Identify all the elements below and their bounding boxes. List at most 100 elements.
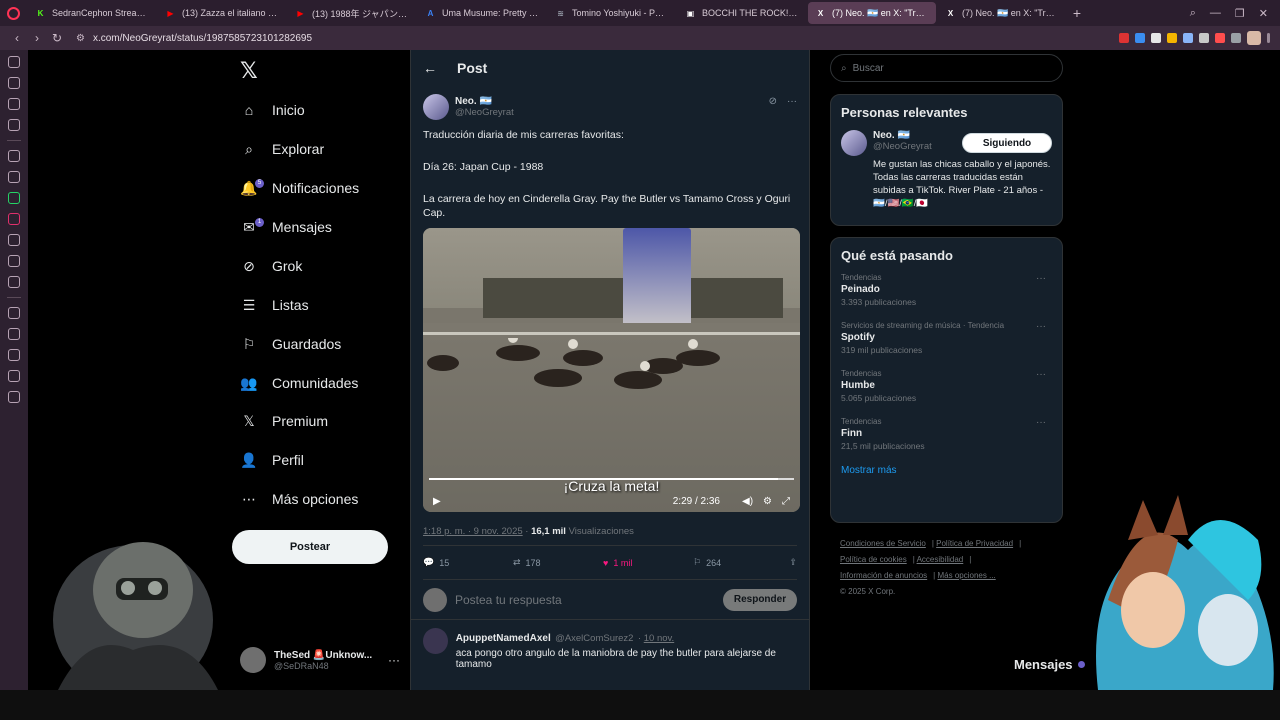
browser-tab[interactable]: A Uma Musume: Pretty Der xyxy=(418,2,546,24)
nav-item-inicio[interactable]: ⌂ Inicio xyxy=(240,96,305,124)
x-logo-icon[interactable]: 𝕏 xyxy=(240,58,258,84)
sidebar-history-icon[interactable] xyxy=(8,77,20,89)
avatar[interactable] xyxy=(841,130,867,156)
menu-icon[interactable] xyxy=(1267,33,1270,43)
nav-item-listas[interactable]: ☰ Listas xyxy=(240,291,309,319)
relevant-person[interactable]: Neo. 🇦🇷 @NeoGreyrat Siguiendo xyxy=(841,130,1052,156)
sidebar-whatsapp-icon[interactable] xyxy=(8,192,20,204)
sidebar-tiktok-icon[interactable] xyxy=(8,234,20,246)
settings-icon[interactable]: ⚙ xyxy=(763,496,772,507)
extension-icon[interactable] xyxy=(1119,33,1129,43)
sidebar-downloads-icon[interactable] xyxy=(8,98,20,110)
browser-tab[interactable]: ≋ Tomino Yoshiyuki - Perso xyxy=(548,2,676,24)
tweet-author-name[interactable]: Neo. 🇦🇷 xyxy=(455,96,514,107)
back-arrow-icon[interactable]: ← xyxy=(423,60,437,76)
sidebar-notes-icon[interactable] xyxy=(8,119,20,131)
browser-tab[interactable]: K SedranCephon Stream - V xyxy=(28,2,156,24)
trend-item[interactable]: Tendencias Humbe 5.065 publicaciones ··· xyxy=(841,369,1052,403)
grok-icon[interactable]: ⊘ xyxy=(769,96,777,107)
nav-item-guardados[interactable]: ⚐ Guardados xyxy=(240,330,342,358)
nav-item-premium[interactable]: 𝕏 Premium xyxy=(240,407,328,435)
extension-icon[interactable] xyxy=(1151,33,1161,43)
sidebar-discord-icon[interactable] xyxy=(8,276,20,288)
forward-icon[interactable]: › xyxy=(28,31,46,45)
browser-tab[interactable]: ▣ BOCCHI THE ROCK! | Se xyxy=(678,2,806,24)
avatar[interactable] xyxy=(423,94,449,120)
following-button[interactable]: Siguiendo xyxy=(962,133,1052,153)
show-more-link[interactable]: Mostrar más xyxy=(841,465,1052,476)
tweet-timestamp[interactable]: 1:18 p. m. · 9 nov. 2025 xyxy=(423,526,523,537)
extension-icon[interactable] xyxy=(1135,33,1145,43)
browser-tab[interactable]: ▶ (13) 1988年 ジャパンカップ xyxy=(288,2,416,24)
browser-tab[interactable]: X (7) Neo. 🇦🇷 en X: "Traduc xyxy=(808,2,936,24)
sidebar-x-icon[interactable] xyxy=(8,255,20,267)
share-icon[interactable]: ⇪ xyxy=(789,557,797,568)
volume-icon[interactable]: ◀) xyxy=(742,496,753,507)
avatar[interactable] xyxy=(423,628,448,654)
fullscreen-icon[interactable]: ⤢ xyxy=(782,496,790,507)
extension-icon[interactable] xyxy=(1215,33,1225,43)
footer-link[interactable]: Condiciones de Servicio xyxy=(840,539,926,548)
footer-link[interactable]: Política de cookies xyxy=(840,555,907,564)
nav-item-notificaciones[interactable]: 🔔 5 Notificaciones xyxy=(240,174,359,202)
sidebar-favorites-icon[interactable] xyxy=(8,328,20,340)
sidebar-panel-icon[interactable] xyxy=(8,56,20,68)
sidebar-clock-icon[interactable] xyxy=(8,349,20,361)
profile-avatar[interactable] xyxy=(1247,31,1261,45)
browser-tab[interactable]: X (7) Neo. 🇦🇷 en X: "Traduc xyxy=(938,2,1066,24)
reply-author-name[interactable]: ApuppetNamedAxel xyxy=(456,633,551,644)
site-settings-icon[interactable]: ⚙ xyxy=(76,33,85,44)
sidebar-feedback-icon[interactable] xyxy=(8,370,20,382)
more-icon[interactable]: ··· xyxy=(1036,417,1046,428)
more-icon[interactable]: ··· xyxy=(1036,273,1046,284)
maximize-icon[interactable]: ❐ xyxy=(1235,7,1245,20)
extension-icon[interactable] xyxy=(1231,33,1241,43)
nav-item-comunidades[interactable]: 👥 Comunidades xyxy=(240,369,358,397)
video-player[interactable]: ¡Cruza la meta! ▶ 2:29 / 2:36 ◀) ⚙ ⤢ xyxy=(423,228,800,512)
search-input[interactable]: ⌕ Buscar xyxy=(830,54,1063,82)
sidebar-app-icon[interactable] xyxy=(8,150,20,162)
more-icon[interactable]: ··· xyxy=(1036,369,1046,380)
footer-link[interactable]: Más opciones ... xyxy=(937,571,995,580)
like-button[interactable]: ♥ 1 mil xyxy=(603,558,693,568)
nav-item-grok[interactable]: ⊘ Grok xyxy=(240,252,302,280)
new-tab-button[interactable]: + xyxy=(1066,5,1088,21)
trend-item[interactable]: Tendencias Peinado 3.393 publicaciones ··· xyxy=(841,273,1052,307)
footer-link[interactable]: Política de Privacidad xyxy=(936,539,1013,548)
reply-author-handle[interactable]: @AxelComSurez2 xyxy=(555,633,633,644)
account-switcher[interactable]: TheSed 🚨Unknow... @SeDRaN48 ··· xyxy=(240,644,400,676)
repost-button[interactable]: ⇄ 178 xyxy=(513,557,603,568)
browser-tab[interactable]: ▶ (13) Zazza el italiano - Yo xyxy=(158,2,286,24)
reply-date[interactable]: 10 nov. xyxy=(644,633,674,644)
person-name[interactable]: Neo. 🇦🇷 xyxy=(873,130,932,141)
reply-input[interactable]: Postea tu respuesta xyxy=(455,593,562,607)
more-icon[interactable]: ··· xyxy=(1036,321,1046,332)
extension-icon[interactable] xyxy=(1183,33,1193,43)
search-tabs-icon[interactable]: ⌕ xyxy=(1190,7,1196,20)
url-field[interactable]: ⚙ x.com/NeoGreyrat/status/19875857231012… xyxy=(76,29,956,47)
nav-item-más-opciones[interactable]: ⋯ Más opciones xyxy=(240,485,358,513)
extension-icon[interactable] xyxy=(1167,33,1177,43)
sidebar-settings-icon[interactable] xyxy=(8,391,20,403)
person-handle[interactable]: @NeoGreyrat xyxy=(873,141,932,152)
back-icon[interactable]: ‹ xyxy=(8,31,26,45)
sidebar-music-icon[interactable] xyxy=(8,307,20,319)
reload-icon[interactable]: ↻ xyxy=(48,31,66,45)
close-window-icon[interactable]: ✕ xyxy=(1259,7,1268,20)
footer-link[interactable]: Accesibilidad xyxy=(917,555,964,564)
extension-icon[interactable] xyxy=(1199,33,1209,43)
nav-item-explorar[interactable]: ⌕ Explorar xyxy=(240,135,324,163)
trend-item[interactable]: Servicios de streaming de música · Tende… xyxy=(841,321,1052,355)
bookmark-button[interactable]: ⚐ 264 xyxy=(693,557,783,568)
reply-tweet[interactable]: ApuppetNamedAxel @AxelComSurez2 · 10 nov… xyxy=(411,620,809,678)
tweet-author-handle[interactable]: @NeoGreyrat xyxy=(455,107,514,118)
reply-button[interactable]: 💬 15 xyxy=(423,557,513,568)
post-button[interactable]: Postear xyxy=(232,530,388,564)
more-icon[interactable]: ··· xyxy=(787,96,797,107)
nav-item-perfil[interactable]: 👤 Perfil xyxy=(240,446,304,474)
nav-item-mensajes[interactable]: ✉ 1 Mensajes xyxy=(240,213,332,241)
reply-submit-button[interactable]: Responder xyxy=(723,588,797,611)
trend-item[interactable]: Tendencias Finn 21,5 mil publicaciones ··· xyxy=(841,417,1052,451)
minimize-icon[interactable]: — xyxy=(1210,7,1221,20)
footer-link[interactable]: Información de anuncios xyxy=(840,571,927,580)
